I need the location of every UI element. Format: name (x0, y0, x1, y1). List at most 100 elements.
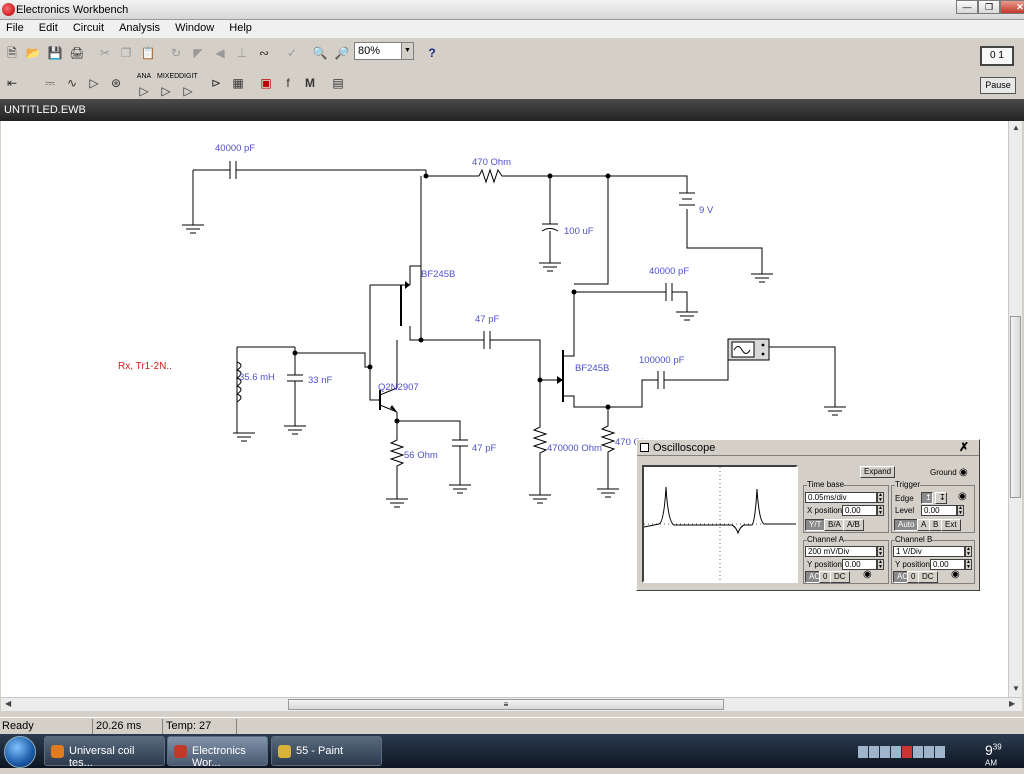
analog-ics-bin-icon[interactable]: ANA ▷ (134, 72, 154, 98)
time-base-field[interactable]: 0.05ms/div (805, 492, 877, 503)
tray-icon[interactable] (869, 746, 879, 758)
save-icon[interactable]: 💾 (45, 42, 65, 64)
status-divider (162, 719, 163, 734)
copy-icon[interactable]: ❐ (116, 42, 136, 64)
channel-a-scale-spinner[interactable]: ▲ ▼ (877, 546, 884, 557)
cut-icon[interactable]: ✂ (95, 42, 115, 64)
channel-b-dc-button[interactable]: DC (918, 571, 938, 583)
instruments-bin-icon[interactable]: ▤ (328, 72, 348, 94)
paste-icon[interactable]: 📋 (138, 42, 158, 64)
horizontal-scroll-thumb[interactable]: ≡ (288, 699, 724, 710)
controls-bin-icon[interactable]: f (278, 72, 298, 94)
channel-b-ypos-spinner[interactable]: ▲ ▼ (965, 559, 972, 570)
menu-circuit[interactable]: Circuit (67, 20, 110, 34)
component-properties-icon[interactable]: ⊥ (232, 42, 252, 64)
trigger-ext-button[interactable]: Ext (941, 519, 961, 531)
yt-mode-button[interactable]: Y/T (805, 519, 826, 531)
circuit-canvas[interactable]: 40000 pF 470 Ohm 100 uF 9 V 40000 pF BF2… (1, 121, 1008, 697)
transistors-bin-icon[interactable]: ⊛ (106, 72, 126, 94)
vertical-scrollbar[interactable]: ▲ ▼ (1008, 121, 1022, 697)
flip-horizontal-icon[interactable]: ◤ (188, 42, 208, 64)
open-folder-icon[interactable]: 📂 (23, 42, 43, 64)
print-icon[interactable]: 🖨 (67, 42, 87, 64)
tray-icon[interactable] (880, 746, 890, 758)
menu-analysis[interactable]: Analysis (113, 20, 166, 34)
menu-help[interactable]: Help (223, 20, 258, 34)
close-icon[interactable]: ✗ (959, 440, 969, 454)
task-paint[interactable]: 55 - Paint (271, 736, 382, 766)
ab-mode-button[interactable]: A/B (843, 519, 864, 531)
tray-icon[interactable] (913, 746, 923, 758)
diodes-bin-icon[interactable]: ▷ (84, 72, 104, 94)
zoom-out-icon[interactable]: 🔍 (310, 42, 330, 64)
new-file-icon[interactable]: 🗎 (2, 42, 22, 64)
oscilloscope-window[interactable]: Oscilloscope ✗ Expand Ground ◉ Time base… (636, 439, 980, 591)
task-electronics-workbench[interactable]: Electronics Wor... (167, 736, 268, 769)
sources-bin-icon[interactable]: ⎓ (40, 72, 60, 94)
scroll-right-icon[interactable]: ▶ (1009, 699, 1015, 708)
label-res1: 470 Ohm (472, 157, 511, 168)
channel-a-ypos-spinner[interactable]: ▲ ▼ (877, 559, 884, 570)
clock[interactable]: 939 AM (985, 742, 1002, 774)
digital-ics-bin-icon[interactable]: DIGIT ▷ (178, 72, 198, 98)
favorites-bin-icon[interactable]: ⇤ (2, 72, 22, 94)
firefox-icon (51, 745, 64, 758)
network-icon[interactable] (924, 746, 934, 758)
tray-icon[interactable] (891, 746, 901, 758)
level-spinner[interactable]: ▲ ▼ (957, 505, 964, 516)
label-res-56: 56 Ohm (404, 450, 438, 461)
task-universal-coil[interactable]: Universal coil tes... (44, 736, 165, 769)
x-position-field[interactable]: 0.00 (842, 505, 877, 516)
time-base-spinner[interactable]: ▲ ▼ (877, 492, 884, 503)
mixed-ics-bin-icon[interactable]: MIXED ▷ (156, 72, 179, 98)
trigger-auto-button[interactable]: Auto (894, 519, 919, 531)
falling-edge-icon[interactable]: ↧ (935, 492, 947, 504)
ba-mode-button[interactable]: B/A (824, 519, 845, 531)
task-label: Electronics Wor... (192, 745, 246, 769)
x-position-spinner[interactable]: ▲ ▼ (877, 505, 884, 516)
create-subcircuit-icon[interactable]: ∾ (254, 42, 274, 64)
zoom-in-icon[interactable]: 🔎 (332, 42, 352, 64)
analog-bin-label: ANA (136, 73, 152, 80)
ground-terminal-icon[interactable]: ◉ (959, 467, 968, 478)
level-field[interactable]: 0.00 (921, 505, 957, 516)
maximize-button[interactable]: ❐ (978, 0, 1000, 14)
trigger-terminal-icon[interactable]: ◉ (958, 491, 967, 502)
rotate-icon[interactable]: ↻ (166, 42, 186, 64)
digital-bin-icon[interactable]: ▦ (228, 72, 248, 94)
channel-a-terminal-icon[interactable]: ◉ (863, 569, 872, 580)
menu-window[interactable]: Window (169, 20, 220, 34)
rising-edge-icon[interactable]: ↥ (921, 492, 933, 504)
menu-file[interactable]: File (0, 20, 30, 34)
horizontal-scrollbar[interactable]: ◀ ≡ ▶ (1, 697, 1022, 711)
tray-icon[interactable] (858, 746, 868, 758)
scroll-down-icon[interactable]: ▼ (1012, 684, 1020, 693)
channel-b-scale-field[interactable]: 1 V/Div (893, 546, 965, 557)
flip-vertical-icon[interactable]: ◀ (210, 42, 230, 64)
menu-edit[interactable]: Edit (33, 20, 64, 34)
chevron-down-icon[interactable]: ▼ (401, 43, 413, 59)
logic-gates-bin-icon[interactable]: ⊳ (206, 72, 226, 94)
graphs-icon[interactable]: ✓ (282, 42, 302, 64)
help-icon[interactable]: ? (422, 42, 442, 64)
indicators-bin-icon[interactable]: ▣ (256, 72, 276, 94)
zoom-select[interactable]: 80% ▼ (354, 42, 414, 60)
scroll-left-icon[interactable]: ◀ (5, 699, 11, 708)
channel-a-dc-button[interactable]: DC (830, 571, 850, 583)
power-switch[interactable]: 0 1 (980, 46, 1014, 66)
pause-button[interactable]: Pause (980, 77, 1016, 94)
start-button[interactable] (4, 736, 36, 768)
volume-icon[interactable] (935, 746, 945, 758)
expand-button[interactable]: Expand (860, 466, 896, 478)
close-button[interactable]: ✕ (1000, 0, 1024, 14)
minimize-button[interactable]: — (956, 0, 978, 14)
channel-b-terminal-icon[interactable]: ◉ (951, 569, 960, 580)
system-menu-icon[interactable] (640, 443, 649, 452)
ati-icon[interactable] (902, 746, 912, 758)
vertical-scroll-thumb[interactable] (1010, 316, 1021, 498)
scroll-up-icon[interactable]: ▲ (1012, 123, 1020, 132)
channel-b-scale-spinner[interactable]: ▲ ▼ (965, 546, 972, 557)
channel-a-scale-field[interactable]: 200 mV/Div (805, 546, 877, 557)
basic-bin-icon[interactable]: ∿ (62, 72, 82, 94)
miscellaneous-bin-icon[interactable]: M (300, 72, 320, 94)
